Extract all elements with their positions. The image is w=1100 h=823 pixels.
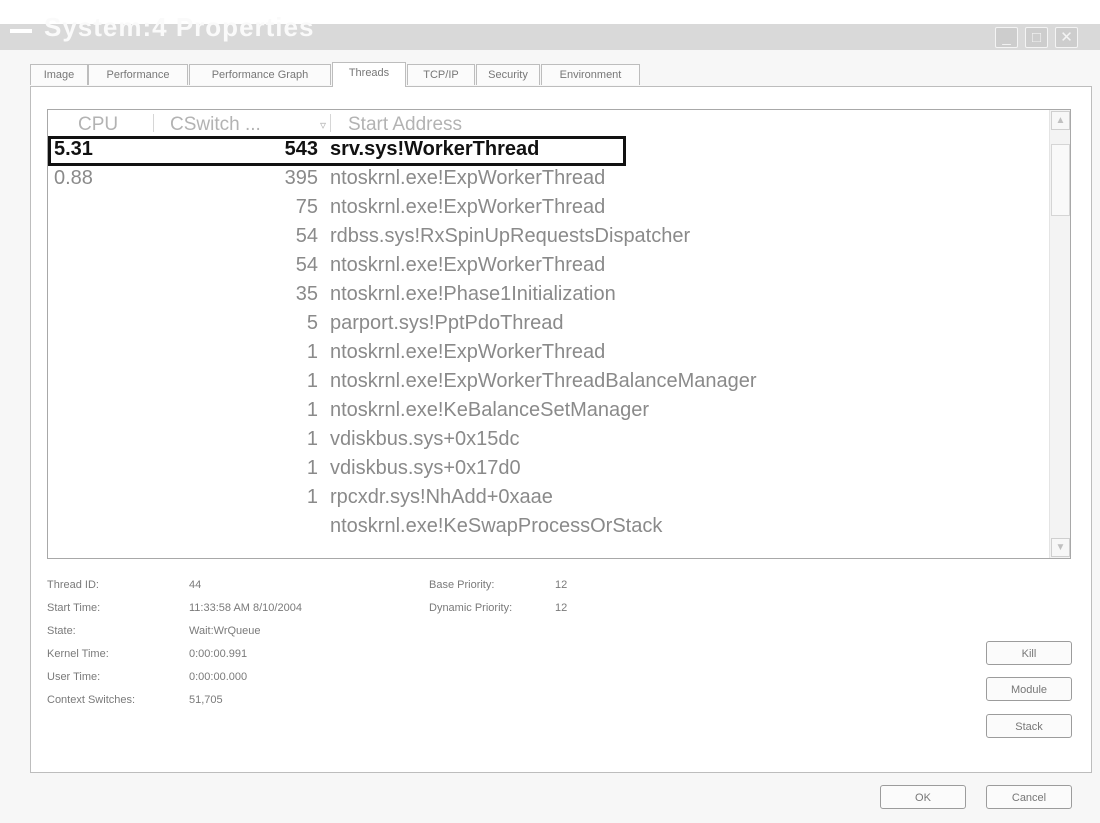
ok-button[interactable]: OK: [880, 785, 966, 809]
user-time-label: User Time:: [47, 671, 101, 683]
table-row[interactable]: 1 rpcxdr.sys!NhAdd+0xaae: [48, 484, 1048, 513]
start-time-value: 11:33:58 AM 8/10/2004: [189, 602, 302, 614]
tab-security[interactable]: Security: [476, 64, 540, 85]
close-icon[interactable]: ✕: [1055, 27, 1078, 48]
scroll-thumb[interactable]: [1051, 144, 1070, 216]
maximize-icon[interactable]: □: [1025, 27, 1048, 48]
threads-header: CPU CSwitch ... ▿ Start Address: [48, 110, 1048, 136]
tab-image[interactable]: Image: [30, 64, 88, 85]
table-row[interactable]: 1 vdiskbus.sys+0x15dc: [48, 426, 1048, 455]
kernel-time-label: Kernel Time:: [47, 648, 109, 660]
base-priority-label: Base Priority:: [429, 579, 495, 591]
tab-environment[interactable]: Environment: [541, 64, 640, 85]
state-value: Wait:WrQueue: [189, 625, 261, 637]
minimize-icon[interactable]: _: [995, 27, 1018, 48]
table-row[interactable]: 54 rdbss.sys!RxSpinUpRequestsDispatcher: [48, 223, 1048, 252]
user-time-value: 0:00:00.000: [189, 671, 248, 683]
table-row[interactable]: 0.88 395 ntoskrnl.exe!ExpWorkerThread: [48, 165, 1048, 194]
tab-performance-graph[interactable]: Performance Graph: [189, 64, 331, 85]
dynamic-priority-label: Dynamic Priority:: [429, 602, 513, 614]
tab-performance[interactable]: Performance: [88, 64, 188, 85]
window-title: System:4 Properties: [44, 12, 315, 42]
table-row[interactable]: 1 ntoskrnl.exe!KeBalanceSetManager: [48, 397, 1048, 426]
start-time-label: Start Time:: [47, 602, 101, 614]
cancel-button[interactable]: Cancel: [986, 785, 1072, 809]
system-menu-icon[interactable]: [10, 29, 32, 33]
table-row[interactable]: 5.31 543 srv.sys!WorkerThread: [48, 136, 1048, 166]
threads-panel: CPU CSwitch ... ▿ Start Address 5.31 543…: [30, 86, 1092, 773]
module-button[interactable]: Module: [986, 677, 1072, 701]
thread-id-value: 44: [189, 579, 202, 591]
base-priority-value: 12: [555, 579, 568, 591]
dynamic-priority-value: 12: [555, 602, 568, 614]
kill-button[interactable]: Kill: [986, 641, 1072, 665]
table-row[interactable]: ntoskrnl.exe!KeSwapProcessOrStack: [48, 513, 1048, 542]
table-row[interactable]: 54 ntoskrnl.exe!ExpWorkerThread: [48, 252, 1048, 281]
title-bar[interactable]: System:4 Properties _ □ ✕: [0, 12, 1100, 50]
threads-list[interactable]: CPU CSwitch ... ▿ Start Address 5.31 543…: [47, 109, 1071, 559]
scroll-up-icon[interactable]: ▲: [1051, 111, 1070, 130]
table-row[interactable]: 75 ntoskrnl.exe!ExpWorkerThread: [48, 194, 1048, 223]
state-label: State:: [47, 625, 76, 637]
thread-id-label: Thread ID:: [47, 579, 99, 591]
column-start-address[interactable]: Start Address: [348, 114, 462, 136]
column-cswitch[interactable]: CSwitch ...: [170, 114, 261, 136]
stack-button[interactable]: Stack: [986, 714, 1072, 738]
table-row[interactable]: 35 ntoskrnl.exe!Phase1Initialization: [48, 281, 1048, 310]
scroll-down-icon[interactable]: ▼: [1051, 538, 1070, 557]
table-row[interactable]: 1 ntoskrnl.exe!ExpWorkerThread: [48, 339, 1048, 368]
context-switches-label: Context Switches:: [47, 694, 136, 706]
properties-window: System:4 Properties _ □ ✕ Image Performa…: [0, 0, 1100, 823]
table-row[interactable]: 5 parport.sys!PptPdoThread: [48, 310, 1048, 339]
sort-arrow-icon: ▿: [320, 118, 327, 132]
table-row[interactable]: 1 vdiskbus.sys+0x17d0: [48, 455, 1048, 484]
table-row[interactable]: 1 ntoskrnl.exe!ExpWorkerThreadBalanceMan…: [48, 368, 1048, 397]
tab-tcpip[interactable]: TCP/IP: [407, 64, 475, 85]
column-cpu[interactable]: CPU: [78, 114, 118, 136]
tab-threads[interactable]: Threads: [332, 62, 406, 87]
context-switches-value: 51,705: [189, 694, 223, 706]
vertical-scrollbar[interactable]: ▲ ▼: [1049, 110, 1070, 558]
kernel-time-value: 0:00:00.991: [189, 648, 248, 660]
